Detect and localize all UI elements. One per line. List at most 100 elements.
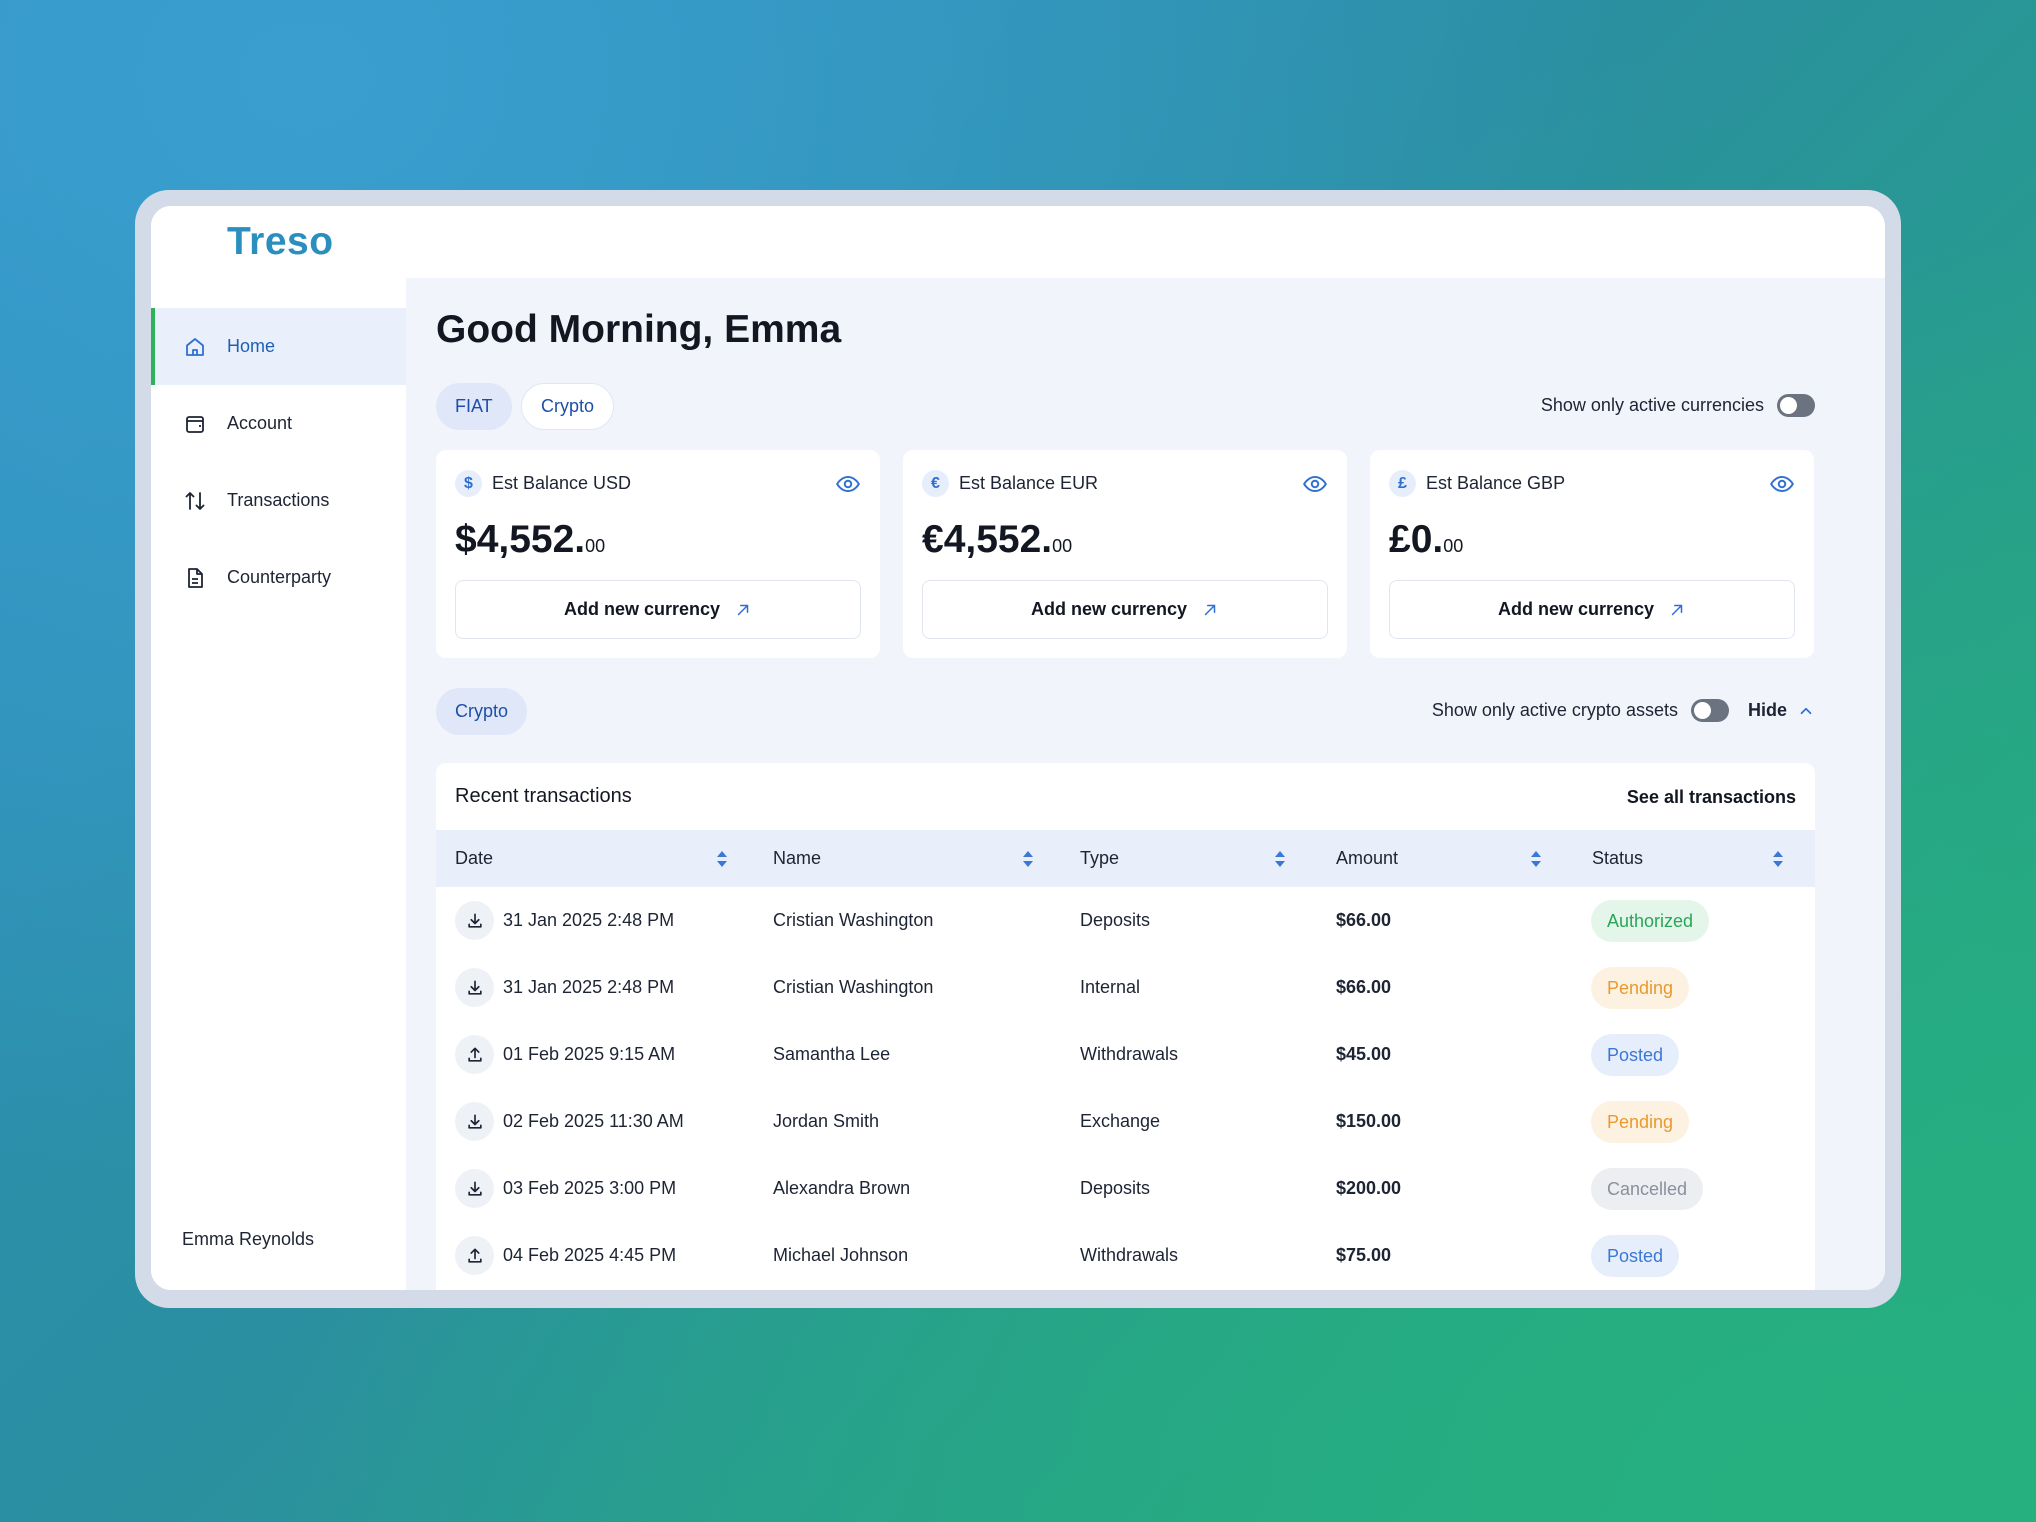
- status-badge: Pending: [1591, 967, 1690, 1009]
- cell-type: Deposits: [1080, 1178, 1151, 1198]
- cell-name: Cristian Washington: [773, 910, 934, 930]
- sort-icon[interactable]: [1530, 850, 1542, 868]
- tab-crypto[interactable]: Crypto: [521, 383, 615, 430]
- cell-amount: $75.00: [1336, 1245, 1392, 1265]
- cell-date: 02 Feb 2025 11:30 AM: [503, 1111, 684, 1131]
- status-badge: Cancelled: [1591, 1168, 1704, 1210]
- dollar-icon: $: [455, 470, 482, 497]
- status-badge: Pending: [1591, 1101, 1690, 1143]
- column-header-type[interactable]: Type: [1080, 830, 1119, 887]
- cell-amount: $66.00: [1336, 910, 1392, 930]
- arrows-up-down-icon: [185, 491, 205, 510]
- cell-amount: $150.00: [1336, 1111, 1402, 1131]
- sort-icon[interactable]: [1022, 850, 1034, 868]
- column-header-amount[interactable]: Amount: [1336, 830, 1398, 887]
- column-header-date[interactable]: Date: [455, 830, 493, 887]
- app-window: Treso Home Account Transactions Counterp…: [151, 206, 1885, 1290]
- column-header-name[interactable]: Name: [773, 830, 821, 887]
- toggle-label: Show only active currencies: [1540, 395, 1764, 415]
- cell-name: Alexandra Brown: [773, 1178, 911, 1198]
- upload-icon: [455, 1236, 494, 1275]
- card-label: Est Balance EUR: [959, 473, 1099, 493]
- tab-fiat[interactable]: FIAT: [436, 383, 512, 430]
- balance-decimals: 00: [1052, 536, 1073, 556]
- crypto-chip[interactable]: Crypto: [436, 688, 528, 735]
- cell-type: Withdrawals: [1080, 1044, 1179, 1064]
- crypto-filter: Show only active crypto assets Hide: [1432, 699, 1815, 722]
- table-row[interactable]: 01 Feb 2025 9:15 AM Samantha Lee Withdrawa…: [436, 1021, 1815, 1088]
- status-badge: Posted: [1591, 1235, 1680, 1277]
- balance-card-gbp: £ Est Balance GBP £0.00 Add new currency: [1370, 450, 1814, 658]
- main-content: Good Morning, Emma FIAT Crypto Show only…: [406, 278, 1885, 1290]
- active-crypto-toggle[interactable]: [1690, 699, 1729, 722]
- card-label: Est Balance GBP: [1426, 473, 1566, 493]
- arrow-up-right-icon: [1671, 604, 1683, 615]
- column-header-status[interactable]: Status: [1592, 830, 1643, 887]
- balance-integer: £0.: [1389, 518, 1444, 561]
- sidebar-item-label: Transactions: [227, 490, 330, 510]
- balance-amount: £0.00: [1389, 518, 1463, 562]
- table-row[interactable]: 04 Feb 2025 4:45 PM Michael Johnson Withdr…: [436, 1222, 1815, 1289]
- hide-button[interactable]: Hide: [1748, 700, 1815, 721]
- cell-date: 31 Jan 2025 2:48 PM: [503, 977, 675, 997]
- cell-date: 01 Feb 2025 9:15 AM: [503, 1044, 676, 1064]
- add-new-currency-button[interactable]: Add new currency: [1389, 580, 1795, 639]
- cell-type: Withdrawals: [1080, 1245, 1179, 1265]
- sidebar-item-home[interactable]: Home: [151, 308, 406, 385]
- card-header: £ Est Balance GBP: [1389, 470, 1565, 497]
- eye-icon[interactable]: [1769, 471, 1795, 497]
- balance-integer: €4,552.: [922, 518, 1053, 561]
- sidebar-item-transactions[interactable]: Transactions: [151, 462, 406, 539]
- arrow-up-right-icon: [1204, 604, 1216, 615]
- sidebar-item-label: Counterparty: [227, 567, 332, 587]
- table-row[interactable]: 02 Feb 2025 11:30 AM Jordan Smith Exchange…: [436, 1088, 1815, 1155]
- eye-icon[interactable]: [1302, 471, 1328, 497]
- balance-amount: €4,552.00: [922, 518, 1072, 562]
- euro-icon: €: [922, 470, 949, 497]
- sidebar-item-label: Home: [227, 336, 276, 356]
- see-all-transactions-link[interactable]: See all transactions: [1627, 787, 1796, 808]
- sort-icon[interactable]: [1772, 850, 1784, 868]
- cell-name: Cristian Washington: [773, 977, 934, 997]
- app-logo[interactable]: Treso: [227, 220, 334, 264]
- add-new-currency-button[interactable]: Add new currency: [922, 580, 1328, 639]
- sidebar-item-counterparty[interactable]: Counterparty: [151, 539, 406, 616]
- document-icon: [188, 567, 203, 588]
- hide-label: Hide: [1747, 700, 1787, 720]
- cell-amount: $200.00: [1336, 1178, 1402, 1198]
- chevron-up-icon: [1800, 707, 1812, 714]
- download-icon: [455, 1102, 494, 1141]
- sort-icon[interactable]: [716, 850, 728, 868]
- sort-icon[interactable]: [1274, 850, 1286, 868]
- cell-type: Deposits: [1080, 910, 1151, 930]
- card-header: € Est Balance EUR: [922, 470, 1098, 497]
- card-header: $ Est Balance USD: [455, 470, 631, 497]
- active-currencies-toggle[interactable]: [1777, 394, 1815, 417]
- upload-icon: [455, 1035, 494, 1074]
- user-name[interactable]: Emma Reynolds: [182, 1229, 314, 1250]
- balance-integer: $4,552.: [455, 518, 586, 561]
- button-label: Add new currency: [1030, 599, 1188, 619]
- balance-card-usd: $ Est Balance USD $4,552.00 Add new curr…: [436, 450, 880, 658]
- status-badge: Authorized: [1591, 900, 1710, 942]
- section-title: Recent transactions: [455, 785, 632, 807]
- download-icon: [455, 1169, 494, 1208]
- toggle-label: Show only active crypto assets: [1431, 700, 1678, 720]
- eye-icon[interactable]: [835, 471, 861, 497]
- sidebar-item-account[interactable]: Account: [151, 385, 406, 462]
- balance-decimals: 00: [1443, 536, 1464, 556]
- add-new-currency-button[interactable]: Add new currency: [455, 580, 861, 639]
- table-row[interactable]: 31 Jan 2025 2:48 PM Cristian Washington In…: [436, 954, 1815, 1021]
- download-icon: [455, 901, 494, 940]
- table-header: Date Name Type Amount Status: [436, 830, 1815, 887]
- cell-date: 31 Jan 2025 2:48 PM: [503, 910, 675, 930]
- pound-icon: £: [1389, 470, 1416, 497]
- table-row[interactable]: 31 Jan 2025 2:48 PM Cristian Washington De…: [436, 887, 1815, 954]
- page-title: Good Morning, Emma: [436, 308, 842, 351]
- button-label: Add new currency: [1497, 599, 1655, 619]
- cell-date: 04 Feb 2025 4:45 PM: [503, 1245, 677, 1265]
- cell-type: Internal: [1080, 977, 1141, 997]
- table-row[interactable]: 03 Feb 2025 3:00 PM Alexandra Brown Deposi…: [436, 1155, 1815, 1222]
- cell-date: 03 Feb 2025 3:00 PM: [503, 1178, 677, 1198]
- sidebar-item-label: Account: [227, 413, 293, 433]
